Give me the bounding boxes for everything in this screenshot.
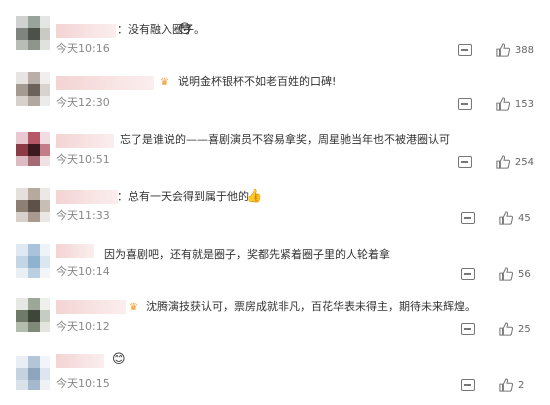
like-count: 254 xyxy=(514,156,534,168)
comment-text: 说明金杯银杯不如老百姓的口碑! xyxy=(178,75,337,88)
avatar[interactable] xyxy=(16,244,50,278)
reply-icon[interactable] xyxy=(457,156,472,168)
timestamp: 今天10:14 xyxy=(56,265,110,278)
timestamp: 今天10:12 xyxy=(56,320,110,333)
reply-icon[interactable] xyxy=(461,379,475,391)
comment-item: 忘了是谁说的——喜剧演员不容易拿奖，周星驰当年也不被港圈认可 今天10:51 2… xyxy=(0,128,550,172)
reply-icon[interactable] xyxy=(461,323,475,335)
thumbs-up-icon[interactable] xyxy=(496,97,510,111)
timestamp: 今天10:51 xyxy=(56,153,110,166)
comment-item: ：没有融入圈子。 😳 今天10:16 388 xyxy=(0,12,550,58)
like-count: 25 xyxy=(518,323,531,335)
comment-actions: 153 xyxy=(457,96,534,112)
thumbs-up-icon[interactable] xyxy=(499,322,513,336)
comment-actions: 388 xyxy=(457,42,534,58)
username[interactable] xyxy=(56,190,118,204)
timestamp: 今天10:16 xyxy=(56,42,110,55)
thumbs-up-icon[interactable] xyxy=(499,211,513,225)
emoji-icon: 😳 xyxy=(178,22,192,37)
comment-item: 😊 今天10:15 2 xyxy=(0,350,550,402)
avatar[interactable] xyxy=(16,188,50,222)
comment-actions: 56 xyxy=(461,266,534,282)
crown-badge-icon: ♛ xyxy=(129,302,138,313)
thumbs-up-icon[interactable] xyxy=(499,378,513,392)
avatar[interactable] xyxy=(16,298,50,332)
like-count: 153 xyxy=(514,98,534,110)
comment-text: ：没有融入圈子。 xyxy=(117,23,205,36)
emoji-icon: 😊 xyxy=(112,352,126,367)
comment-actions: 254 xyxy=(457,154,534,170)
comment-text: 忘了是谁说的——喜剧演员不容易拿奖，周星驰当年也不被港圈认可 xyxy=(120,133,450,146)
avatar[interactable] xyxy=(16,132,50,166)
like-count: 2 xyxy=(518,379,525,391)
crown-badge-icon: ♛ xyxy=(160,77,169,88)
thumbs-up-icon[interactable] xyxy=(496,43,510,57)
avatar[interactable] xyxy=(16,72,50,106)
comment-text: 因为喜剧吧，还有就是圈子，奖都先紧着圈子里的人轮着拿 xyxy=(104,248,390,261)
avatar[interactable] xyxy=(16,356,50,390)
like-count: 388 xyxy=(514,44,534,56)
username[interactable] xyxy=(56,354,104,368)
username[interactable] xyxy=(56,24,116,38)
username[interactable] xyxy=(56,134,114,148)
comment-actions: 45 xyxy=(461,210,534,226)
comment-actions: 25 xyxy=(461,321,534,337)
like-count: 56 xyxy=(518,268,531,280)
username[interactable] xyxy=(56,244,94,258)
comment-item: 因为喜剧吧，还有就是圈子，奖都先紧着圈子里的人轮着拿 今天10:14 56 xyxy=(0,240,550,284)
username[interactable] xyxy=(56,300,126,314)
reply-icon[interactable] xyxy=(461,212,475,224)
timestamp: 今天12:30 xyxy=(56,96,110,109)
timestamp: 今天11:33 xyxy=(56,209,110,222)
timestamp: 今天10:15 xyxy=(56,377,110,390)
thumbs-up-icon[interactable] xyxy=(496,155,510,169)
reply-icon[interactable] xyxy=(457,44,472,56)
username[interactable] xyxy=(56,76,154,90)
comment-actions: 2 xyxy=(461,377,534,393)
comment-item: ♛ 沈腾演技获认可，票房成就非凡，百花华表未得主，期待未来辉煌。 今天10:12… xyxy=(0,294,550,338)
comment-item: ：总有一天会得到属于他的 👍 今天11:33 45 xyxy=(0,184,550,228)
comment-item: ♛ 说明金杯银杯不如老百姓的口碑! 今天12:30 153 xyxy=(0,66,550,112)
reply-icon[interactable] xyxy=(457,98,472,110)
comment-text: 沈腾演技获认可，票房成就非凡，百花华表未得主，期待未来辉煌。 xyxy=(146,300,476,313)
reply-icon[interactable] xyxy=(461,268,475,280)
emoji-icon: 👍 xyxy=(246,189,263,204)
like-count: 45 xyxy=(518,212,531,224)
thumbs-up-icon[interactable] xyxy=(499,267,513,281)
avatar[interactable] xyxy=(16,16,50,50)
comment-text: ：总有一天会得到属于他的 xyxy=(117,190,249,203)
